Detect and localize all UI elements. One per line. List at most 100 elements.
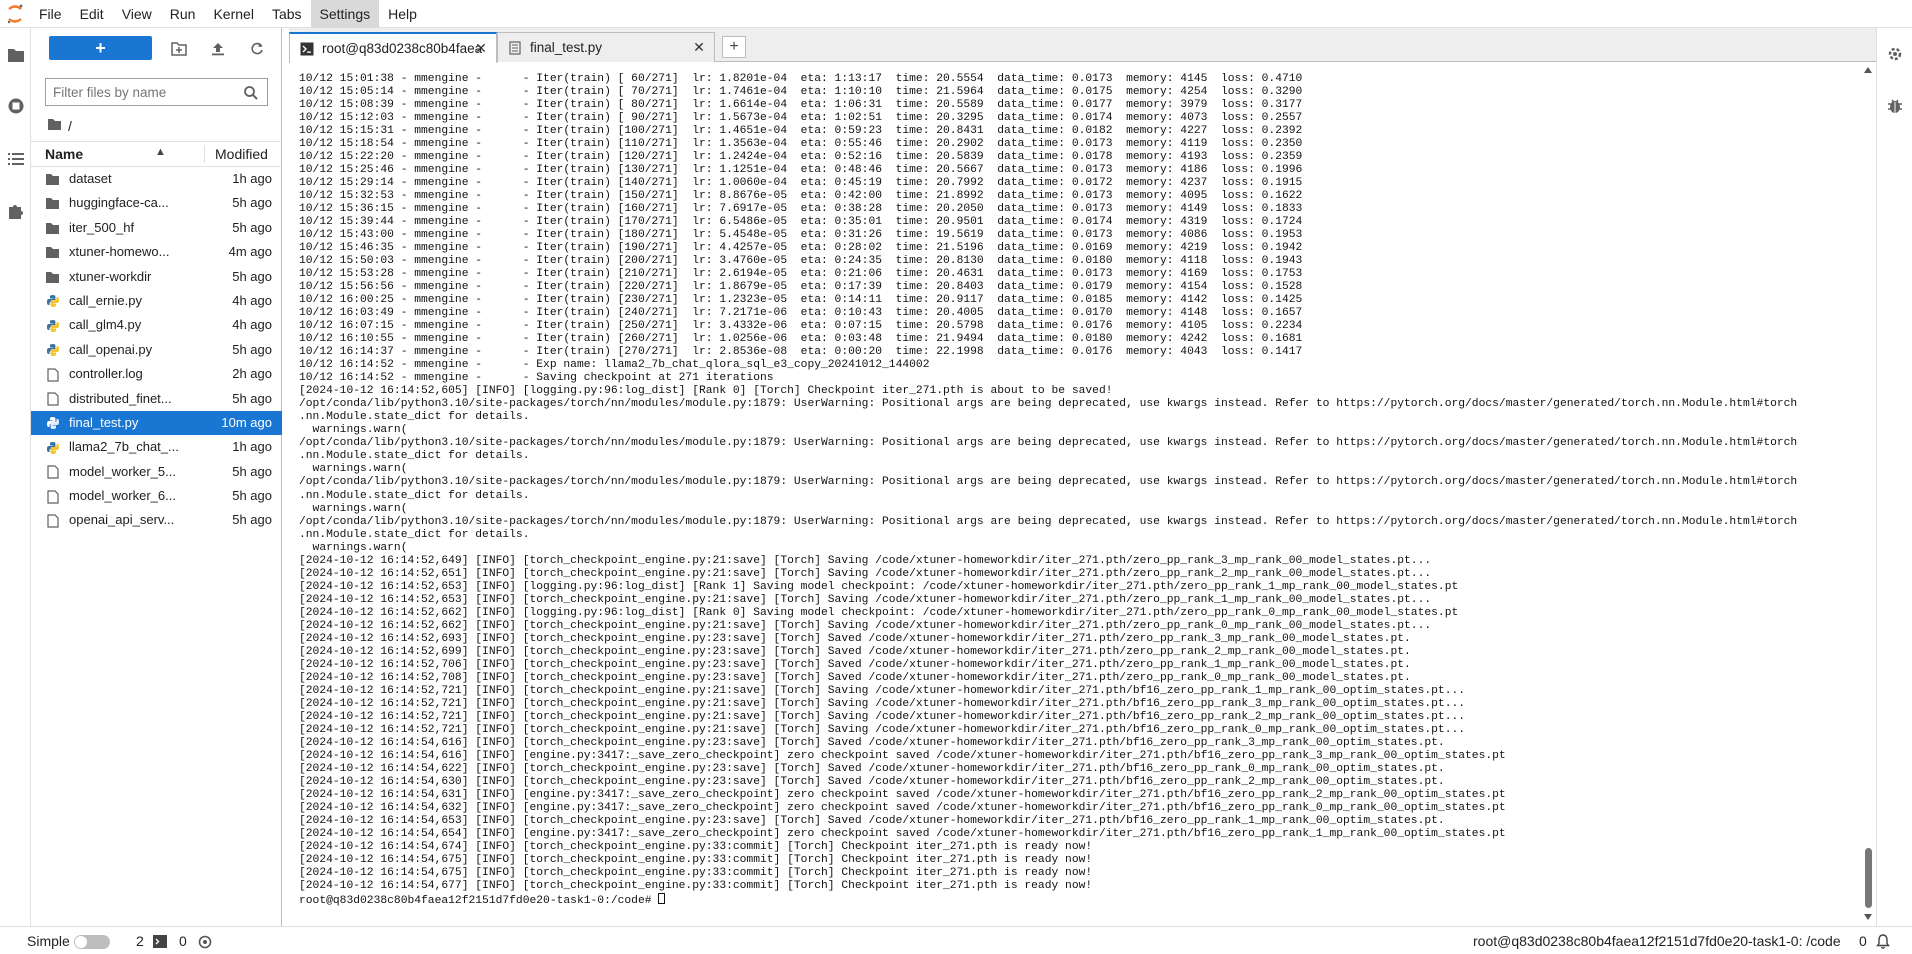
menu-kernel[interactable]: Kernel — [204, 0, 262, 28]
terminal-status-icon[interactable] — [153, 935, 167, 951]
terminal-line: warnings.warn( — [299, 424, 408, 437]
running-sessions-icon[interactable] — [4, 94, 27, 117]
file-list-item[interactable]: final_test.py 10m ago — [31, 410, 282, 436]
file-modified: 1h ago — [232, 439, 272, 455]
terminal-count[interactable]: 2 — [136, 933, 144, 949]
extensions-icon[interactable] — [4, 199, 27, 222]
notification-bell-icon[interactable] — [1876, 934, 1890, 952]
tab-terminal[interactable]: root@q83d0238c80b4faea ✕ — [289, 32, 497, 63]
menu-help[interactable]: Help — [379, 0, 426, 28]
kernel-count[interactable]: 0 — [179, 933, 187, 949]
file-list-item[interactable]: iter_500_hf 5h ago — [31, 216, 282, 240]
menu-settings[interactable]: Settings — [310, 0, 380, 28]
terminal-line: [2024-10-12 16:14:54,631] [INFO] [engine… — [299, 788, 1506, 801]
file-name: controller.log — [69, 366, 143, 382]
terminal-line: 10/12 15:22:20 - mmengine - - Iter(train… — [299, 151, 1303, 164]
terminal-line: [2024-10-12 16:14:52,693] [INFO] [torch_… — [299, 632, 1411, 645]
breadcrumb-root[interactable]: / — [68, 118, 72, 134]
column-header-modified[interactable]: Modified — [215, 146, 268, 162]
terminal-line: [2024-10-12 16:14:52,721] [INFO] [torch_… — [299, 710, 1466, 723]
property-inspector-gear-icon[interactable] — [1883, 42, 1906, 65]
folder-icon — [45, 245, 60, 260]
simple-mode-toggle[interactable] — [74, 935, 110, 949]
menu-tabs[interactable]: Tabs — [263, 0, 311, 28]
file-modified: 4h ago — [232, 292, 272, 308]
terminal-line: warnings.warn( — [299, 463, 408, 476]
scroll-up-arrow-icon[interactable] — [1864, 67, 1872, 73]
file-list-item[interactable]: call_ernie.py 4h ago — [31, 289, 282, 313]
terminal-line: /opt/conda/lib/python3.10/site-packages/… — [299, 398, 1798, 411]
terminal-line: /opt/conda/lib/python3.10/site-packages/… — [299, 476, 1798, 489]
column-header-name[interactable]: Name — [45, 146, 83, 162]
file-list-item[interactable]: xtuner-workdir 5h ago — [31, 265, 282, 289]
python-file-icon — [45, 416, 60, 431]
scroll-down-arrow-icon[interactable] — [1864, 914, 1872, 920]
file-icon — [45, 489, 60, 504]
file-list-header: Name ▲ Modified — [31, 141, 282, 167]
file-list-item[interactable]: llama2_7b_chat_... 1h ago — [31, 435, 282, 459]
notification-count[interactable]: 0 — [1859, 933, 1867, 949]
folder-icon[interactable] — [4, 43, 27, 66]
terminal-line: [2024-10-12 16:14:54,675] [INFO] [torch_… — [299, 866, 1093, 879]
file-modified: 4m ago — [228, 244, 272, 260]
file-icon — [45, 367, 60, 382]
home-folder-icon[interactable] — [47, 118, 62, 134]
menu-view[interactable]: View — [113, 0, 161, 28]
file-list-item[interactable]: model_worker_5... 5h ago — [31, 460, 282, 484]
file-browser-toolbar: + — [31, 36, 282, 62]
file-name: call_openai.py — [69, 341, 153, 357]
terminal-line: [2024-10-12 16:14:52,605] [INFO] [loggin… — [299, 385, 1113, 398]
table-of-contents-icon[interactable] — [4, 147, 27, 170]
file-modified: 5h ago — [232, 219, 272, 235]
file-list-item[interactable]: call_openai.py 5h ago — [31, 338, 282, 362]
menu-file[interactable]: File — [30, 0, 71, 28]
upload-icon[interactable] — [207, 38, 229, 60]
terminal-line: [2024-10-12 16:14:54,622] [INFO] [torch_… — [299, 762, 1445, 775]
file-list-item[interactable]: controller.log 2h ago — [31, 362, 282, 386]
debugger-bug-icon[interactable] — [1883, 94, 1906, 117]
file-name: call_glm4.py — [69, 317, 142, 333]
terminal-line: [2024-10-12 16:14:52,721] [INFO] [torch_… — [299, 723, 1466, 736]
file-list-item[interactable]: model_worker_6... 5h ago — [31, 484, 282, 508]
file-list-item[interactable]: huggingface-ca... 5h ago — [31, 191, 282, 215]
file-filter-input[interactable] — [53, 84, 233, 101]
file-modified: 5h ago — [232, 268, 272, 284]
active-terminal-name: root@q83d0238c80b4faea12f2151d7fd0e20-ta… — [1473, 933, 1841, 949]
terminal-line: [2024-10-12 16:14:52,706] [INFO] [torch_… — [299, 658, 1411, 671]
file-list-item[interactable]: call_glm4.py 4h ago — [31, 313, 282, 337]
tab-terminal-close-icon[interactable]: ✕ — [474, 41, 488, 55]
file-list-item[interactable]: distributed_finet... 5h ago — [31, 387, 282, 411]
file-list-item[interactable]: xtuner-homewo... 4m ago — [31, 240, 282, 264]
file-modified: 5h ago — [232, 341, 272, 357]
terminal-prompt: root@q83d0238c80b4faea12f2151d7fd0e20-ta… — [299, 894, 659, 907]
kernel-status-icon[interactable] — [198, 935, 212, 952]
tab-final-test-close-icon[interactable]: ✕ — [692, 40, 706, 54]
new-folder-icon[interactable] — [168, 38, 190, 60]
file-modified: 1h ago — [232, 171, 272, 186]
refresh-icon[interactable] — [246, 38, 268, 60]
terminal-line: [2024-10-12 16:14:52,653] [INFO] [loggin… — [299, 580, 1459, 593]
terminal-output: 10/12 15:01:38 - mmengine - - Iter(train… — [299, 73, 1798, 907]
file-modified: 5h ago — [232, 488, 272, 504]
menu-run[interactable]: Run — [161, 0, 205, 28]
terminal-scrollbar[interactable] — [1861, 63, 1876, 926]
file-list-item[interactable]: dataset 1h ago — [31, 167, 282, 191]
terminal-line: 10/12 15:18:54 - mmengine - - Iter(train… — [299, 138, 1303, 151]
file-name: iter_500_hf — [69, 219, 135, 235]
main-dock-area: root@q83d0238c80b4faea ✕ final_test.py ✕… — [289, 28, 1876, 926]
scrollbar-thumb[interactable] — [1865, 848, 1872, 908]
terminal-view[interactable]: 10/12 15:01:38 - mmengine - - Iter(train… — [289, 63, 1861, 926]
terminal-line: .nn.Module.state_dict for details. — [299, 489, 530, 502]
terminal-line: [2024-10-12 16:14:54,677] [INFO] [torch_… — [299, 879, 1093, 892]
terminal-line: [2024-10-12 16:14:54,616] [INFO] [torch_… — [299, 736, 1445, 749]
new-launcher-button[interactable]: + — [49, 36, 152, 60]
new-tab-button[interactable]: + — [722, 36, 746, 58]
file-name: final_test.py — [69, 414, 139, 430]
file-list-item[interactable]: openai_api_serv... 5h ago — [31, 508, 282, 532]
tab-final-test[interactable]: final_test.py ✕ — [497, 32, 715, 62]
simple-mode-label: Simple — [27, 933, 70, 949]
column-divider[interactable] — [204, 145, 205, 163]
terminal-line: [2024-10-12 16:14:54,675] [INFO] [torch_… — [299, 853, 1093, 866]
file-name: xtuner-workdir — [69, 268, 152, 284]
menu-edit[interactable]: Edit — [71, 0, 113, 28]
